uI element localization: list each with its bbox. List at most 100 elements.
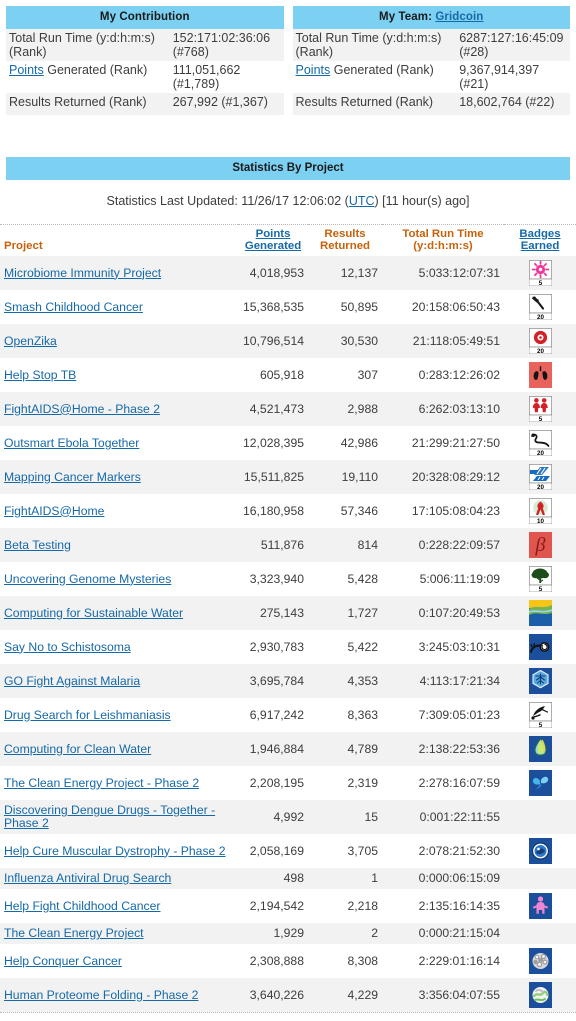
sort-badges-link[interactable]: Badges Earned: [519, 228, 560, 252]
clean-energy-phase2-badge[interactable]: [508, 770, 572, 796]
badge-cell: 10: [504, 494, 576, 528]
leishmaniasis-badge[interactable]: 5: [508, 702, 572, 728]
contribution-runtime-value: 152:171:02:36:06 (#768): [169, 29, 284, 61]
project-name-cell: Help Cure Muscular Dystrophy - Phase 2: [0, 834, 238, 868]
badge-cell: [504, 978, 576, 1012]
total-run-time-cell: 2:135:16:14:35: [382, 889, 504, 923]
project-link[interactable]: Uncovering Genome Mysteries: [4, 572, 171, 586]
results-returned-cell: 4,229: [308, 978, 382, 1012]
results-returned-cell: 42,986: [308, 426, 382, 460]
project-link[interactable]: Microbiome Immunity Project: [4, 266, 161, 280]
human-proteome-folding-badge[interactable]: [508, 982, 572, 1008]
badge-cell: β: [504, 528, 576, 562]
project-link[interactable]: The Clean Energy Project - Phase 2: [4, 776, 199, 790]
points-generated-cell: 2,930,783: [238, 630, 308, 664]
project-link[interactable]: Drug Search for Leishmaniasis: [4, 708, 171, 722]
help-conquer-cancer-badge[interactable]: [508, 948, 572, 974]
points-generated-cell: 4,521,473: [238, 392, 308, 426]
project-link[interactable]: Mapping Cancer Markers: [4, 470, 141, 484]
project-link[interactable]: Help Conquer Cancer: [4, 954, 122, 968]
table-row: FightAIDS@Home 16,180,958 57,346 17:105:08:…: [0, 494, 576, 528]
project-link[interactable]: OpenZika: [4, 334, 57, 348]
outsmart-ebola-badge[interactable]: 20: [508, 430, 572, 456]
table-row: Computing for Sustainable Water 275,143 1,…: [0, 596, 576, 630]
project-link[interactable]: Help Cure Muscular Dystrophy - Phase 2: [4, 844, 226, 858]
project-link[interactable]: The Clean Energy Project: [4, 926, 144, 940]
points-generated-cell: 16,180,958: [238, 494, 308, 528]
points-link[interactable]: Points: [296, 63, 331, 77]
malaria-badge[interactable]: [508, 668, 572, 694]
table-row: Mapping Cancer Markers 15,511,825 19,110 20…: [0, 460, 576, 494]
results-returned-cell: 8,308: [308, 944, 382, 978]
badge-cell: [504, 596, 576, 630]
points-generated-cell: 15,368,535: [238, 290, 308, 324]
column-header-badges-earned[interactable]: Badges Earned: [504, 224, 576, 256]
total-run-time-cell: 2:278:16:07:59: [382, 766, 504, 800]
contribution-points-label-rest: Generated (Rank): [43, 63, 148, 77]
smash-childhood-cancer-badge[interactable]: 20: [508, 294, 572, 320]
schistosoma-badge[interactable]: [508, 634, 572, 660]
help-fight-childhood-cancer-badge[interactable]: [508, 893, 572, 919]
table-row: The Clean Energy Project - Phase 2 2,208,…: [0, 766, 576, 800]
project-link[interactable]: FightAIDS@Home - Phase 2: [4, 402, 160, 416]
project-link[interactable]: Help Stop TB: [4, 368, 76, 382]
project-link[interactable]: Help Fight Childhood Cancer: [4, 899, 161, 913]
project-link[interactable]: GO Fight Against Malaria: [4, 674, 140, 688]
points-link[interactable]: Points: [9, 63, 44, 77]
table-row: Help Cure Muscular Dystrophy - Phase 2 2,…: [0, 834, 576, 868]
total-run-time-cell: 5:006:11:19:09: [382, 562, 504, 596]
contribution-results-label: Results Returned (Rank): [6, 93, 170, 111]
muscular-dystrophy-badge[interactable]: [508, 838, 572, 864]
team-points-label-rest: Generated (Rank): [330, 63, 434, 77]
mapping-cancer-markers-badge[interactable]: 20: [508, 464, 572, 490]
uncovering-genome-badge[interactable]: 5: [508, 566, 572, 592]
project-link[interactable]: Say No to Schistosoma: [4, 640, 131, 654]
project-name-cell: Outsmart Ebola Together: [0, 426, 238, 460]
openzika-badge[interactable]: 20: [508, 328, 572, 354]
project-link[interactable]: Outsmart Ebola Together: [4, 436, 139, 450]
results-returned-cell: 1: [308, 868, 382, 889]
project-name-cell: Computing for Clean Water: [0, 732, 238, 766]
fightaids-badge[interactable]: 10: [508, 498, 572, 524]
project-name-cell: Help Conquer Cancer: [0, 944, 238, 978]
team-points-value: 9,367,914,397 (#21): [456, 61, 570, 93]
my-team-title-prefix: My Team:: [379, 11, 436, 23]
svg-text:β: β: [534, 534, 545, 556]
project-link[interactable]: Smash Childhood Cancer: [4, 300, 143, 314]
svg-text:20: 20: [537, 450, 544, 456]
team-name-link[interactable]: Gridcoin: [435, 11, 483, 23]
results-returned-cell: 57,346: [308, 494, 382, 528]
clean-water-badge[interactable]: [508, 736, 572, 762]
badge-cell: [504, 868, 576, 889]
utc-link[interactable]: UTC: [349, 194, 375, 208]
project-link[interactable]: Human Proteome Folding - Phase 2: [4, 988, 198, 1002]
results-returned-cell: 2,218: [308, 889, 382, 923]
project-link[interactable]: Beta Testing: [4, 538, 71, 552]
fightaids-phase2-badge[interactable]: 5: [508, 396, 572, 422]
project-link[interactable]: Computing for Sustainable Water: [4, 606, 183, 620]
project-link[interactable]: Influenza Antiviral Drug Search: [4, 871, 171, 885]
results-returned-cell: 4,353: [308, 664, 382, 698]
table-row: The Clean Energy Project 1,929 2 0:000:21:1…: [0, 923, 576, 944]
table-bottom-border: [0, 1012, 576, 1021]
last-updated-prefix: Statistics Last Updated: 11/26/17 12:06:…: [106, 194, 349, 208]
project-name-cell: Mapping Cancer Markers: [0, 460, 238, 494]
total-run-time-cell: 4:113:17:21:34: [382, 664, 504, 698]
sustainable-water-badge[interactable]: [508, 600, 572, 626]
points-generated-cell: 4,018,953: [238, 256, 308, 290]
project-link[interactable]: Discovering Dengue Drugs - Together - Ph…: [4, 803, 215, 830]
badge-cell: 20: [504, 460, 576, 494]
beta-testing-badge[interactable]: β: [508, 532, 572, 558]
total-run-time-cell: 20:158:06:50:43: [382, 290, 504, 324]
project-link[interactable]: Computing for Clean Water: [4, 742, 151, 756]
table-row: Drug Search for Leishmaniasis 6,917,242 8,…: [0, 698, 576, 732]
badge-cell: 5: [504, 562, 576, 596]
contribution-points-label: Points Generated (Rank): [6, 61, 170, 93]
sort-points-link[interactable]: Points Generated: [245, 228, 301, 252]
microbiome-badge[interactable]: 5: [508, 260, 572, 286]
help-stop-tb-badge[interactable]: [508, 362, 572, 388]
points-generated-cell: 498: [238, 868, 308, 889]
column-header-points-generated[interactable]: Points Generated: [238, 224, 308, 256]
project-link[interactable]: FightAIDS@Home: [4, 504, 104, 518]
table-row: Human Proteome Folding - Phase 2 3,640,22…: [0, 978, 576, 1012]
